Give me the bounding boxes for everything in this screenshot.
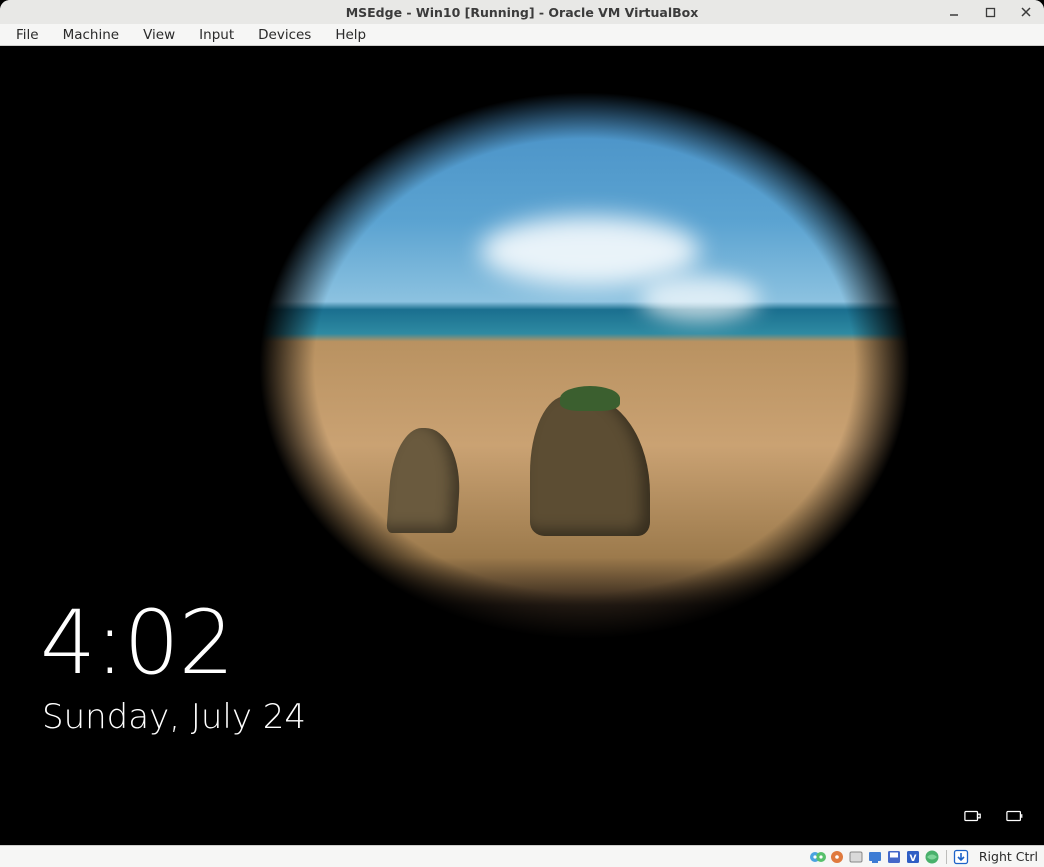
maximize-button[interactable] bbox=[972, 0, 1008, 24]
statusbar: V Right Ctrl bbox=[0, 845, 1044, 867]
svg-text:V: V bbox=[909, 854, 916, 864]
lockscreen-date: Sunday, July 24 bbox=[42, 697, 306, 737]
statusbar-separator bbox=[946, 850, 947, 864]
usb-icon[interactable] bbox=[886, 849, 902, 865]
window-controls bbox=[936, 0, 1044, 24]
menu-help[interactable]: Help bbox=[323, 25, 378, 45]
menu-devices[interactable]: Devices bbox=[246, 25, 323, 45]
guest-display[interactable]: 4:02 Sunday, July 24 bbox=[0, 46, 1044, 845]
display-icon[interactable] bbox=[924, 849, 940, 865]
hostkey-indicator-icon[interactable] bbox=[953, 849, 969, 865]
menu-view[interactable]: View bbox=[131, 25, 187, 45]
minimize-button[interactable] bbox=[936, 0, 972, 24]
network-status-icon bbox=[964, 808, 982, 827]
titlebar[interactable]: MSEdge - Win10 [Running] - Oracle VM Vir… bbox=[0, 0, 1044, 24]
audio-icon[interactable] bbox=[848, 849, 864, 865]
menu-file[interactable]: File bbox=[4, 25, 51, 45]
shared-folder-icon[interactable]: V bbox=[905, 849, 921, 865]
power-status-icon bbox=[1006, 808, 1024, 827]
hard-disk-icon[interactable] bbox=[810, 849, 826, 865]
wallpaper-cloud bbox=[480, 216, 700, 286]
menu-machine[interactable]: Machine bbox=[51, 25, 132, 45]
virtualbox-window: MSEdge - Win10 [Running] - Oracle VM Vir… bbox=[0, 0, 1044, 867]
lockscreen-status-icons bbox=[964, 808, 1024, 827]
network-icon[interactable] bbox=[867, 849, 883, 865]
lockscreen-time: 4:02 bbox=[40, 599, 234, 687]
optical-drive-icon[interactable] bbox=[829, 849, 845, 865]
window-title: MSEdge - Win10 [Running] - Oracle VM Vir… bbox=[0, 5, 1044, 20]
menubar: File Machine View Input Devices Help bbox=[0, 24, 1044, 46]
hostkey-text: Right Ctrl bbox=[979, 849, 1038, 864]
wallpaper-cloud bbox=[640, 276, 760, 321]
menu-input[interactable]: Input bbox=[187, 25, 246, 45]
status-icons: V bbox=[810, 849, 969, 865]
hostkey-label: Right Ctrl bbox=[979, 849, 1038, 864]
close-button[interactable] bbox=[1008, 0, 1044, 24]
